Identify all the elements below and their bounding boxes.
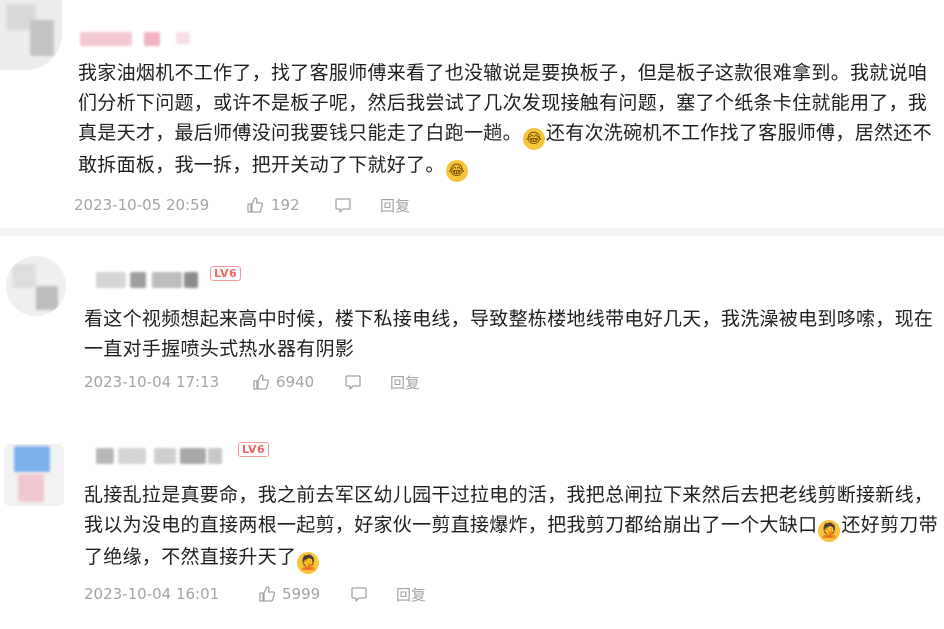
avatar[interactable] — [0, 0, 62, 70]
comment-meta: 2023-10-04 16:01 5999 回复 — [84, 582, 426, 606]
comment-date: 2023-10-04 17:13 — [84, 373, 220, 391]
username-blurred[interactable] — [96, 446, 236, 468]
thumbs-up-icon — [252, 373, 270, 391]
comment-3: LV6 乱接乱拉是真要命，我之前去军区幼儿园干过拉电的活，我把总闸拉下来然后去把… — [0, 426, 944, 629]
avatar[interactable] — [4, 444, 64, 506]
username-blurred[interactable] — [80, 28, 200, 50]
comment-bubble-icon — [350, 585, 368, 603]
comment-button[interactable] — [334, 196, 380, 214]
level-badge: LV6 — [210, 266, 242, 281]
comment-2: LV6 看这个视频想起来高中时候，楼下私接电线，导致整栋楼地线带电好几天，我洗澡… — [0, 236, 944, 426]
comment-bubble-icon — [344, 373, 362, 391]
like-count: 192 — [271, 196, 300, 214]
like-button[interactable]: 6940 — [252, 373, 344, 391]
comment-1: 我家油烟机不工作了，找了客服师傅来看了也没辙说是要换板子，但是板子这款很难拿到。… — [0, 0, 944, 225]
comment-text: 看这个视频想起来高中时候，楼下私接电线，导致整栋楼地线带电好几天，我洗澡被电到哆… — [84, 308, 934, 360]
comment-meta: 2023-10-04 17:13 6940 回复 — [84, 370, 420, 394]
laugh-cry-emoji-icon: 😂 — [522, 128, 545, 150]
comment-button[interactable] — [344, 373, 390, 391]
comment-text: 乱接乱拉是真要命，我之前去军区幼儿园干过拉电的活，我把总闸拉下来然后去把老线剪断… — [84, 480, 940, 574]
comment-date: 2023-10-04 16:01 — [84, 585, 220, 603]
thumbs-up-icon — [258, 585, 276, 603]
divider — [0, 228, 944, 236]
level-badge: LV6 — [238, 442, 270, 457]
like-button[interactable]: 5999 — [258, 585, 350, 603]
like-button[interactable]: 192 — [246, 196, 334, 214]
comment-date: 2023-10-05 20:59 — [74, 196, 210, 214]
reply-button[interactable]: 回复 — [396, 584, 426, 605]
avatar[interactable] — [6, 256, 66, 316]
like-count: 5999 — [282, 585, 321, 603]
reply-button[interactable]: 回复 — [380, 195, 410, 216]
laugh-cry-emoji-icon: 😂 — [445, 160, 468, 182]
thumbs-up-icon — [246, 196, 264, 214]
comment-bubble-icon — [334, 196, 352, 214]
facepalm-emoji-icon: 🤦 — [818, 520, 841, 542]
username-blurred[interactable] — [96, 270, 206, 292]
comment-button[interactable] — [350, 585, 396, 603]
comment-text: 我家油烟机不工作了，找了客服师傅来看了也没辙说是要换板子，但是板子这款很难拿到。… — [78, 58, 938, 182]
like-count: 6940 — [276, 373, 315, 391]
reply-button[interactable]: 回复 — [390, 372, 420, 393]
comment-meta: 2023-10-05 20:59 192 回复 — [74, 193, 410, 217]
facepalm-emoji-icon: 🤦 — [297, 552, 320, 574]
